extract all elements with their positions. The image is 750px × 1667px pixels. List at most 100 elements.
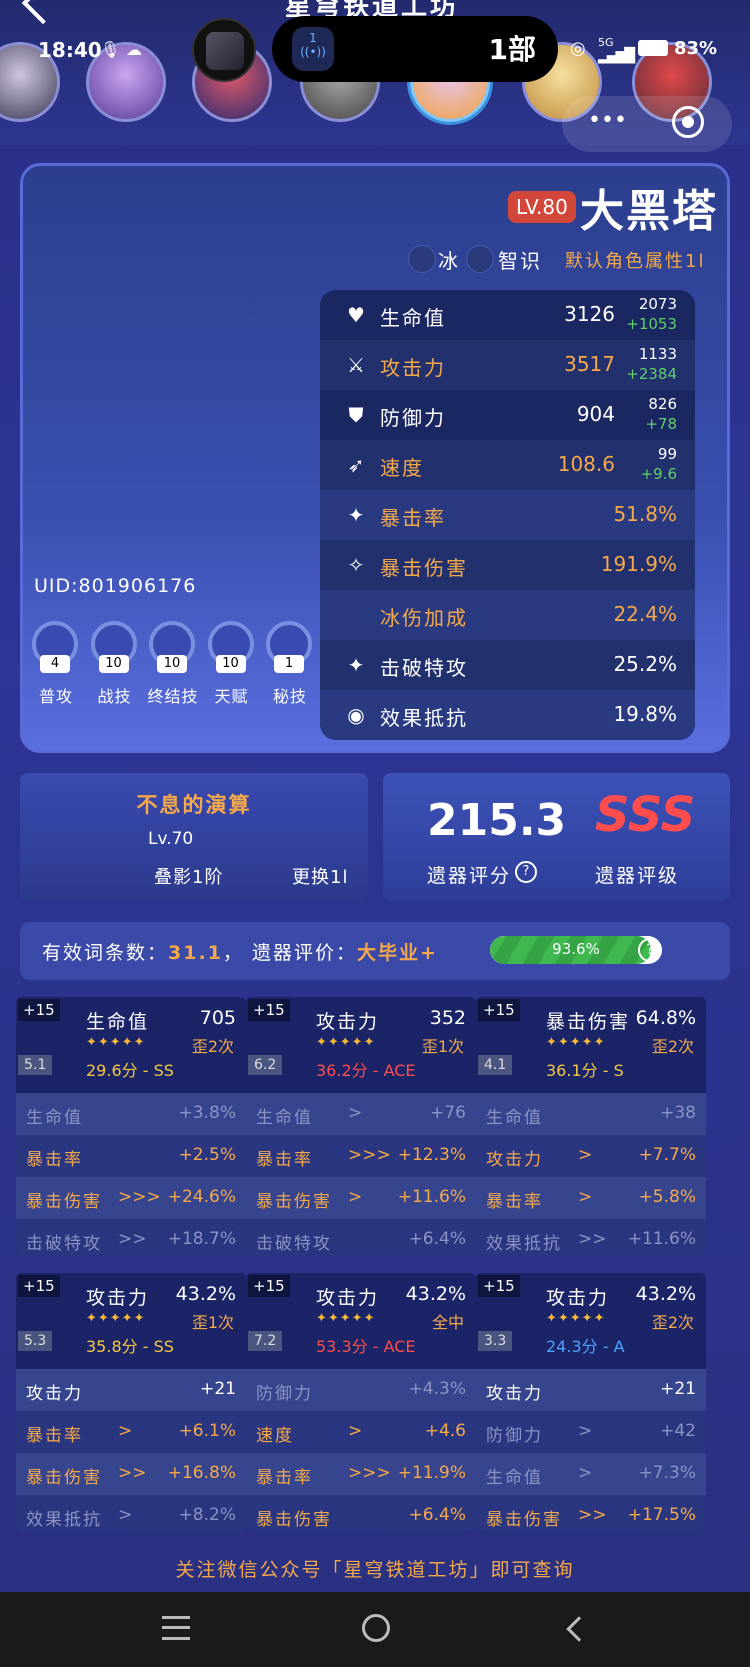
substat-rolls: >>: [118, 1229, 147, 1249]
substat-value: +76: [430, 1103, 466, 1123]
relic-header: +15 5.3 攻击力 43.2% ✦✦✦✦✦ 歪1次 35.8分 - SS: [16, 1273, 246, 1369]
effective-help-icon[interactable]: ?: [638, 938, 662, 962]
more-icon[interactable]: •••: [588, 108, 627, 133]
substat-value: +8.2%: [178, 1505, 236, 1525]
back-nav-icon[interactable]: [566, 1616, 592, 1642]
relic-substat: 防御力 > +42: [476, 1411, 706, 1453]
relic-type-score: 4.1: [478, 1055, 513, 1075]
relic-score: 24.3分 - A: [546, 1337, 625, 1356]
relic-stars: ✦✦✦✦✦: [316, 1311, 376, 1326]
substat-value: +17.5%: [627, 1505, 696, 1525]
attribute-value: 51.8%: [613, 502, 677, 526]
attribute-panel: ♥ 生命值 3126 2073 +1053 ⚔ 攻击力 3517 1133 +2384 ⛊ 防御力 90…: [320, 290, 695, 740]
attribute-label: 效果抵抗: [380, 706, 468, 730]
skill-level: 10: [98, 655, 129, 673]
system-nav-bar: [0, 1592, 750, 1667]
default-attr-toggle[interactable]: 默认角色属性1l: [565, 247, 705, 273]
attribute-bonus: +9.6: [640, 465, 677, 483]
attribute-icon: ✦: [347, 653, 365, 677]
substat-label: 暴击率: [26, 1426, 83, 1446]
relic-enhance-level: +15: [478, 999, 520, 1021]
relic-stars: ✦✦✦✦✦: [546, 1311, 606, 1326]
attribute-label: 冰伤加成: [380, 606, 468, 630]
substat-value: +18.7%: [167, 1229, 236, 1249]
attribute-value: 191.9%: [600, 552, 677, 576]
substat-label: 生命值: [486, 1468, 543, 1488]
relic-type-score: 5.3: [18, 1331, 53, 1351]
substat-value: +6.4%: [408, 1505, 466, 1525]
attribute-base: 99: [657, 445, 677, 463]
substat-value: +21: [200, 1379, 236, 1399]
relic-main-stat: 攻击力: [316, 1011, 380, 1033]
relic-type-score: 3.3: [478, 1331, 513, 1351]
attribute-row: ⚔ 攻击力 3517 1133 +2384: [320, 340, 695, 390]
close-mini-program-icon[interactable]: [672, 106, 704, 138]
change-light-cone-button[interactable]: 更换1l: [292, 863, 348, 889]
relic-substat: 生命值 +3.8%: [16, 1093, 246, 1135]
light-cone-card[interactable]: 不息的演算 Lv.70 叠影1阶 更换1l: [20, 773, 368, 901]
attribute-icon: ➶: [347, 453, 365, 477]
relic-main-stat: 攻击力: [546, 1287, 610, 1309]
relic-card[interactable]: +15 4.1 暴击伤害 64.8% ✦✦✦✦✦ 歪2次 36.1分 - S 生…: [476, 997, 706, 1255]
superimpose-label: 叠影1阶: [154, 867, 224, 888]
relic-substat: 暴击率 > +6.1%: [16, 1411, 246, 1453]
substat-value: +5.8%: [638, 1187, 696, 1207]
relic-main-value: 64.8%: [635, 1007, 696, 1029]
dynamic-island[interactable]: 1 ((•)) 1部: [272, 16, 558, 82]
island-text: 1部: [488, 33, 536, 66]
relic-card[interactable]: +15 7.2 攻击力 43.2% ✦✦✦✦✦ 全中 53.3分 - ACE 防…: [246, 1273, 476, 1531]
relic-substat: 暴击率 > +5.8%: [476, 1177, 706, 1219]
relic-substat: 击破特攻 +6.4%: [246, 1219, 476, 1255]
substat-rolls: >>>: [348, 1463, 391, 1483]
attribute-label: 防御力: [380, 406, 446, 430]
relic-substat: 攻击力 > +7.7%: [476, 1135, 706, 1177]
substat-label: 生命值: [256, 1108, 313, 1128]
status-time: 18:40: [38, 38, 102, 62]
relic-card[interactable]: +15 3.3 攻击力 43.2% ✦✦✦✦✦ 歪2次 24.3分 - A 攻击…: [476, 1273, 706, 1531]
home-icon[interactable]: [362, 1614, 390, 1642]
relic-header: +15 5.1 生命值 705 ✦✦✦✦✦ 歪2次 29.6分 - SS: [16, 997, 246, 1093]
substat-value: +2.5%: [178, 1145, 236, 1165]
level-badge: LV.80: [508, 191, 576, 223]
menu-icon[interactable]: [162, 1616, 190, 1640]
attribute-value: 3126: [564, 302, 615, 326]
substat-rolls: >: [578, 1463, 593, 1483]
substat-value: +7.7%: [638, 1145, 696, 1165]
substat-label: 暴击率: [486, 1192, 543, 1212]
character-card: LV.80 大黑塔 冰 智识 默认角色属性1l UID:801906176 ♥ 生…: [20, 163, 730, 753]
hotspot-icon: ◎: [570, 38, 586, 59]
relic-main-value: 43.2%: [175, 1283, 236, 1305]
substat-label: 生命值: [26, 1108, 83, 1128]
relic-substat: 暴击伤害 +6.4%: [246, 1495, 476, 1531]
relic-main-stat: 攻击力: [316, 1287, 380, 1309]
relic-card[interactable]: +15 6.2 攻击力 352 ✦✦✦✦✦ 歪1次 36.2分 - ACE 生命…: [246, 997, 476, 1255]
relic-card[interactable]: +15 5.3 攻击力 43.2% ✦✦✦✦✦ 歪1次 35.8分 - SS 攻…: [16, 1273, 246, 1531]
relic-grade-value: SSS: [595, 787, 696, 843]
relic-substat: 暴击率 >>> +11.9%: [246, 1453, 476, 1495]
relic-score: 29.6分 - SS: [86, 1061, 174, 1080]
footer-note: 关注微信公众号「星穹铁道工坊」即可查询: [175, 1559, 575, 1581]
substat-value: +7.3%: [638, 1463, 696, 1483]
attribute-row: ⛊ 防御力 904 826 +78: [320, 390, 695, 440]
substat-label: 击破特攻: [256, 1234, 332, 1254]
substat-value: +6.1%: [178, 1421, 236, 1441]
relic-substat: 暴击率 +2.5%: [16, 1135, 246, 1177]
relic-eval-value: 大毕业+: [356, 942, 438, 964]
substat-label: 攻击力: [486, 1384, 543, 1404]
substat-rolls: >>: [578, 1505, 607, 1525]
substat-rolls: >>: [578, 1229, 607, 1249]
battery-percent: 83%: [674, 38, 718, 59]
relic-header: +15 7.2 攻击力 43.2% ✦✦✦✦✦ 全中 53.3分 - ACE: [246, 1273, 476, 1369]
relic-header: +15 4.1 暴击伤害 64.8% ✦✦✦✦✦ 歪2次 36.1分 - S: [476, 997, 706, 1093]
game-app-icon[interactable]: [192, 18, 256, 82]
relic-card[interactable]: +15 5.1 生命值 705 ✦✦✦✦✦ 歪2次 29.6分 - SS 生命值…: [16, 997, 246, 1255]
relic-main-stat: 攻击力: [86, 1287, 150, 1309]
relic-miss-count: 歪2次: [191, 1037, 234, 1056]
mini-program-capsule: •••: [562, 96, 732, 152]
relic-main-value: 43.2%: [405, 1283, 466, 1305]
character-name: 大黑塔: [580, 186, 718, 237]
relic-type-score: 7.2: [248, 1331, 283, 1351]
substat-value: +6.4%: [408, 1229, 466, 1249]
path-erudition-icon: [466, 245, 494, 273]
score-help-icon[interactable]: ?: [515, 861, 537, 883]
